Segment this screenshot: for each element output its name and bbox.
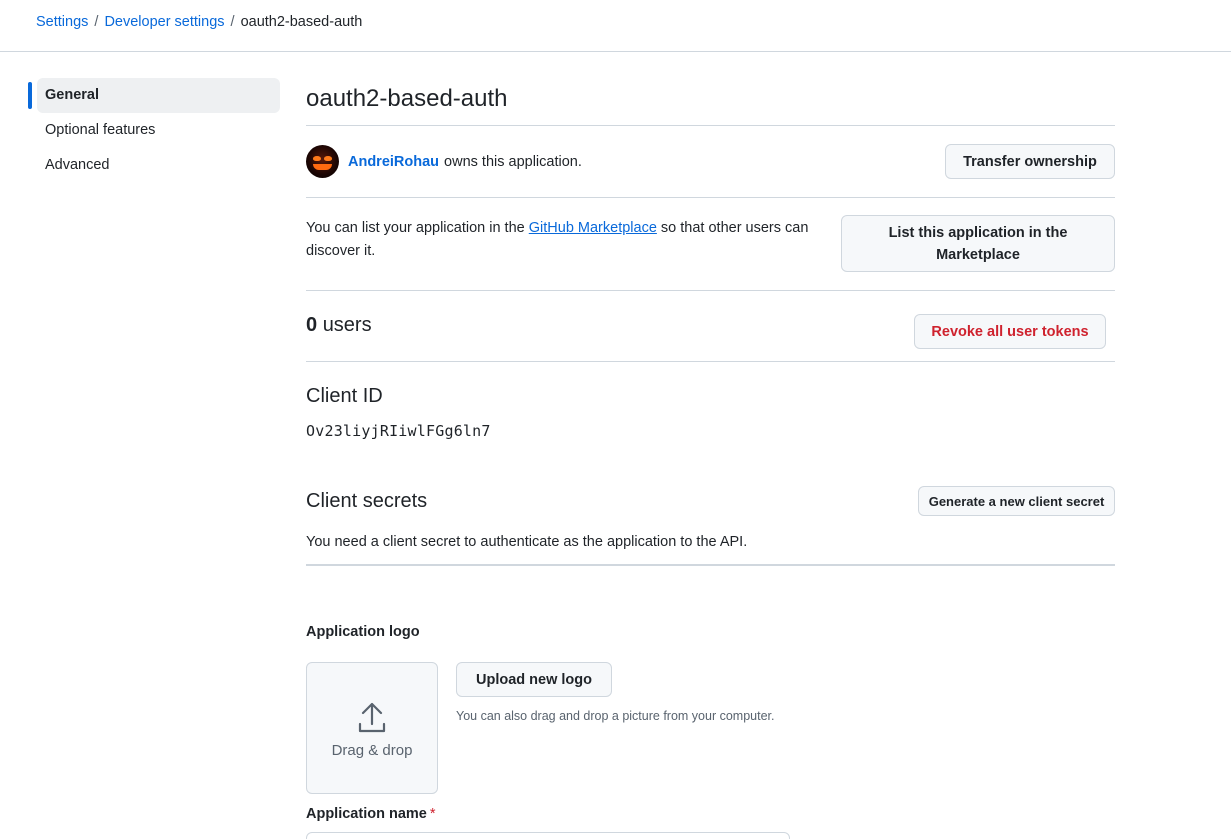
users-row: 0 users Revoke all user tokens [306,291,1115,362]
upload-note: You can also drag and drop a picture fro… [456,709,775,723]
dropzone-label: Drag & drop [331,741,413,759]
users-count-number: 0 [306,314,318,336]
page-title: oauth2-based-auth [306,78,1115,126]
marketplace-text-before: You can list your application in the [306,220,529,236]
client-secrets-description: You need a client secret to authenticate… [306,534,748,550]
list-in-marketplace-button[interactable]: List this application in the Marketplace [841,215,1115,272]
revoke-all-user-tokens-button[interactable]: Revoke all user tokens [914,314,1106,349]
sidebar-item-optional-features[interactable]: Optional features [28,113,280,148]
marketplace-description: You can list your application in the Git… [306,217,846,263]
upload-new-logo-button[interactable]: Upload new logo [456,662,612,697]
app-settings-main: oauth2-based-auth AndreiRohau owns this … [306,78,1115,620]
breadcrumb: Settings / Developer settings / oauth2-b… [36,14,362,30]
upload-icon [358,702,386,732]
sidebar-item-label: Advanced [45,157,110,173]
avatar-eye [324,156,332,161]
client-id-value: Ov23liyjRIiwlFGg6ln7 [306,422,491,440]
section-divider [306,564,1115,566]
avatar[interactable] [306,145,339,178]
users-count: 0 users [306,314,372,337]
settings-sidebar: General Optional features Advanced [28,78,280,183]
application-name-input[interactable] [306,832,790,839]
breadcrumb-separator: / [94,14,99,30]
owner-info: AndreiRohau owns this application. [306,145,582,178]
required-mark: * [429,806,436,822]
transfer-ownership-button[interactable]: Transfer ownership [945,144,1115,179]
marketplace-row: You can list your application in the Git… [306,198,1115,291]
application-name-label: Application name * [306,806,436,822]
top-bar: Settings / Developer settings / oauth2-b… [0,0,1231,52]
application-name-label-text: Application name [306,806,427,822]
client-secrets-section: Client secrets Generate a new client sec… [306,480,1115,620]
users-count-label: users [322,314,372,336]
github-marketplace-link[interactable]: GitHub Marketplace [529,220,657,236]
sidebar-item-general[interactable]: General [28,78,280,113]
client-id-heading: Client ID [306,385,383,407]
breadcrumb-settings-link[interactable]: Settings [36,14,88,30]
sidebar-item-label: General [45,87,99,103]
sidebar-item-advanced[interactable]: Advanced [28,148,280,183]
generate-client-secret-button[interactable]: Generate a new client secret [918,486,1115,516]
breadcrumb-separator: / [230,14,235,30]
avatar-eye [313,156,321,161]
breadcrumb-developer-settings-link[interactable]: Developer settings [104,14,224,30]
breadcrumb-current: oauth2-based-auth [240,14,363,30]
client-secrets-heading: Client secrets [306,490,428,512]
owner-row: AndreiRohau owns this application. Trans… [306,126,1115,198]
sidebar-item-label: Optional features [45,122,156,138]
application-logo-label: Application logo [306,624,420,640]
owner-suffix: owns this application. [444,153,582,170]
logo-dropzone[interactable]: Drag & drop [306,662,438,794]
owner-link[interactable]: AndreiRohau [348,154,439,170]
avatar-mouth [313,164,332,170]
